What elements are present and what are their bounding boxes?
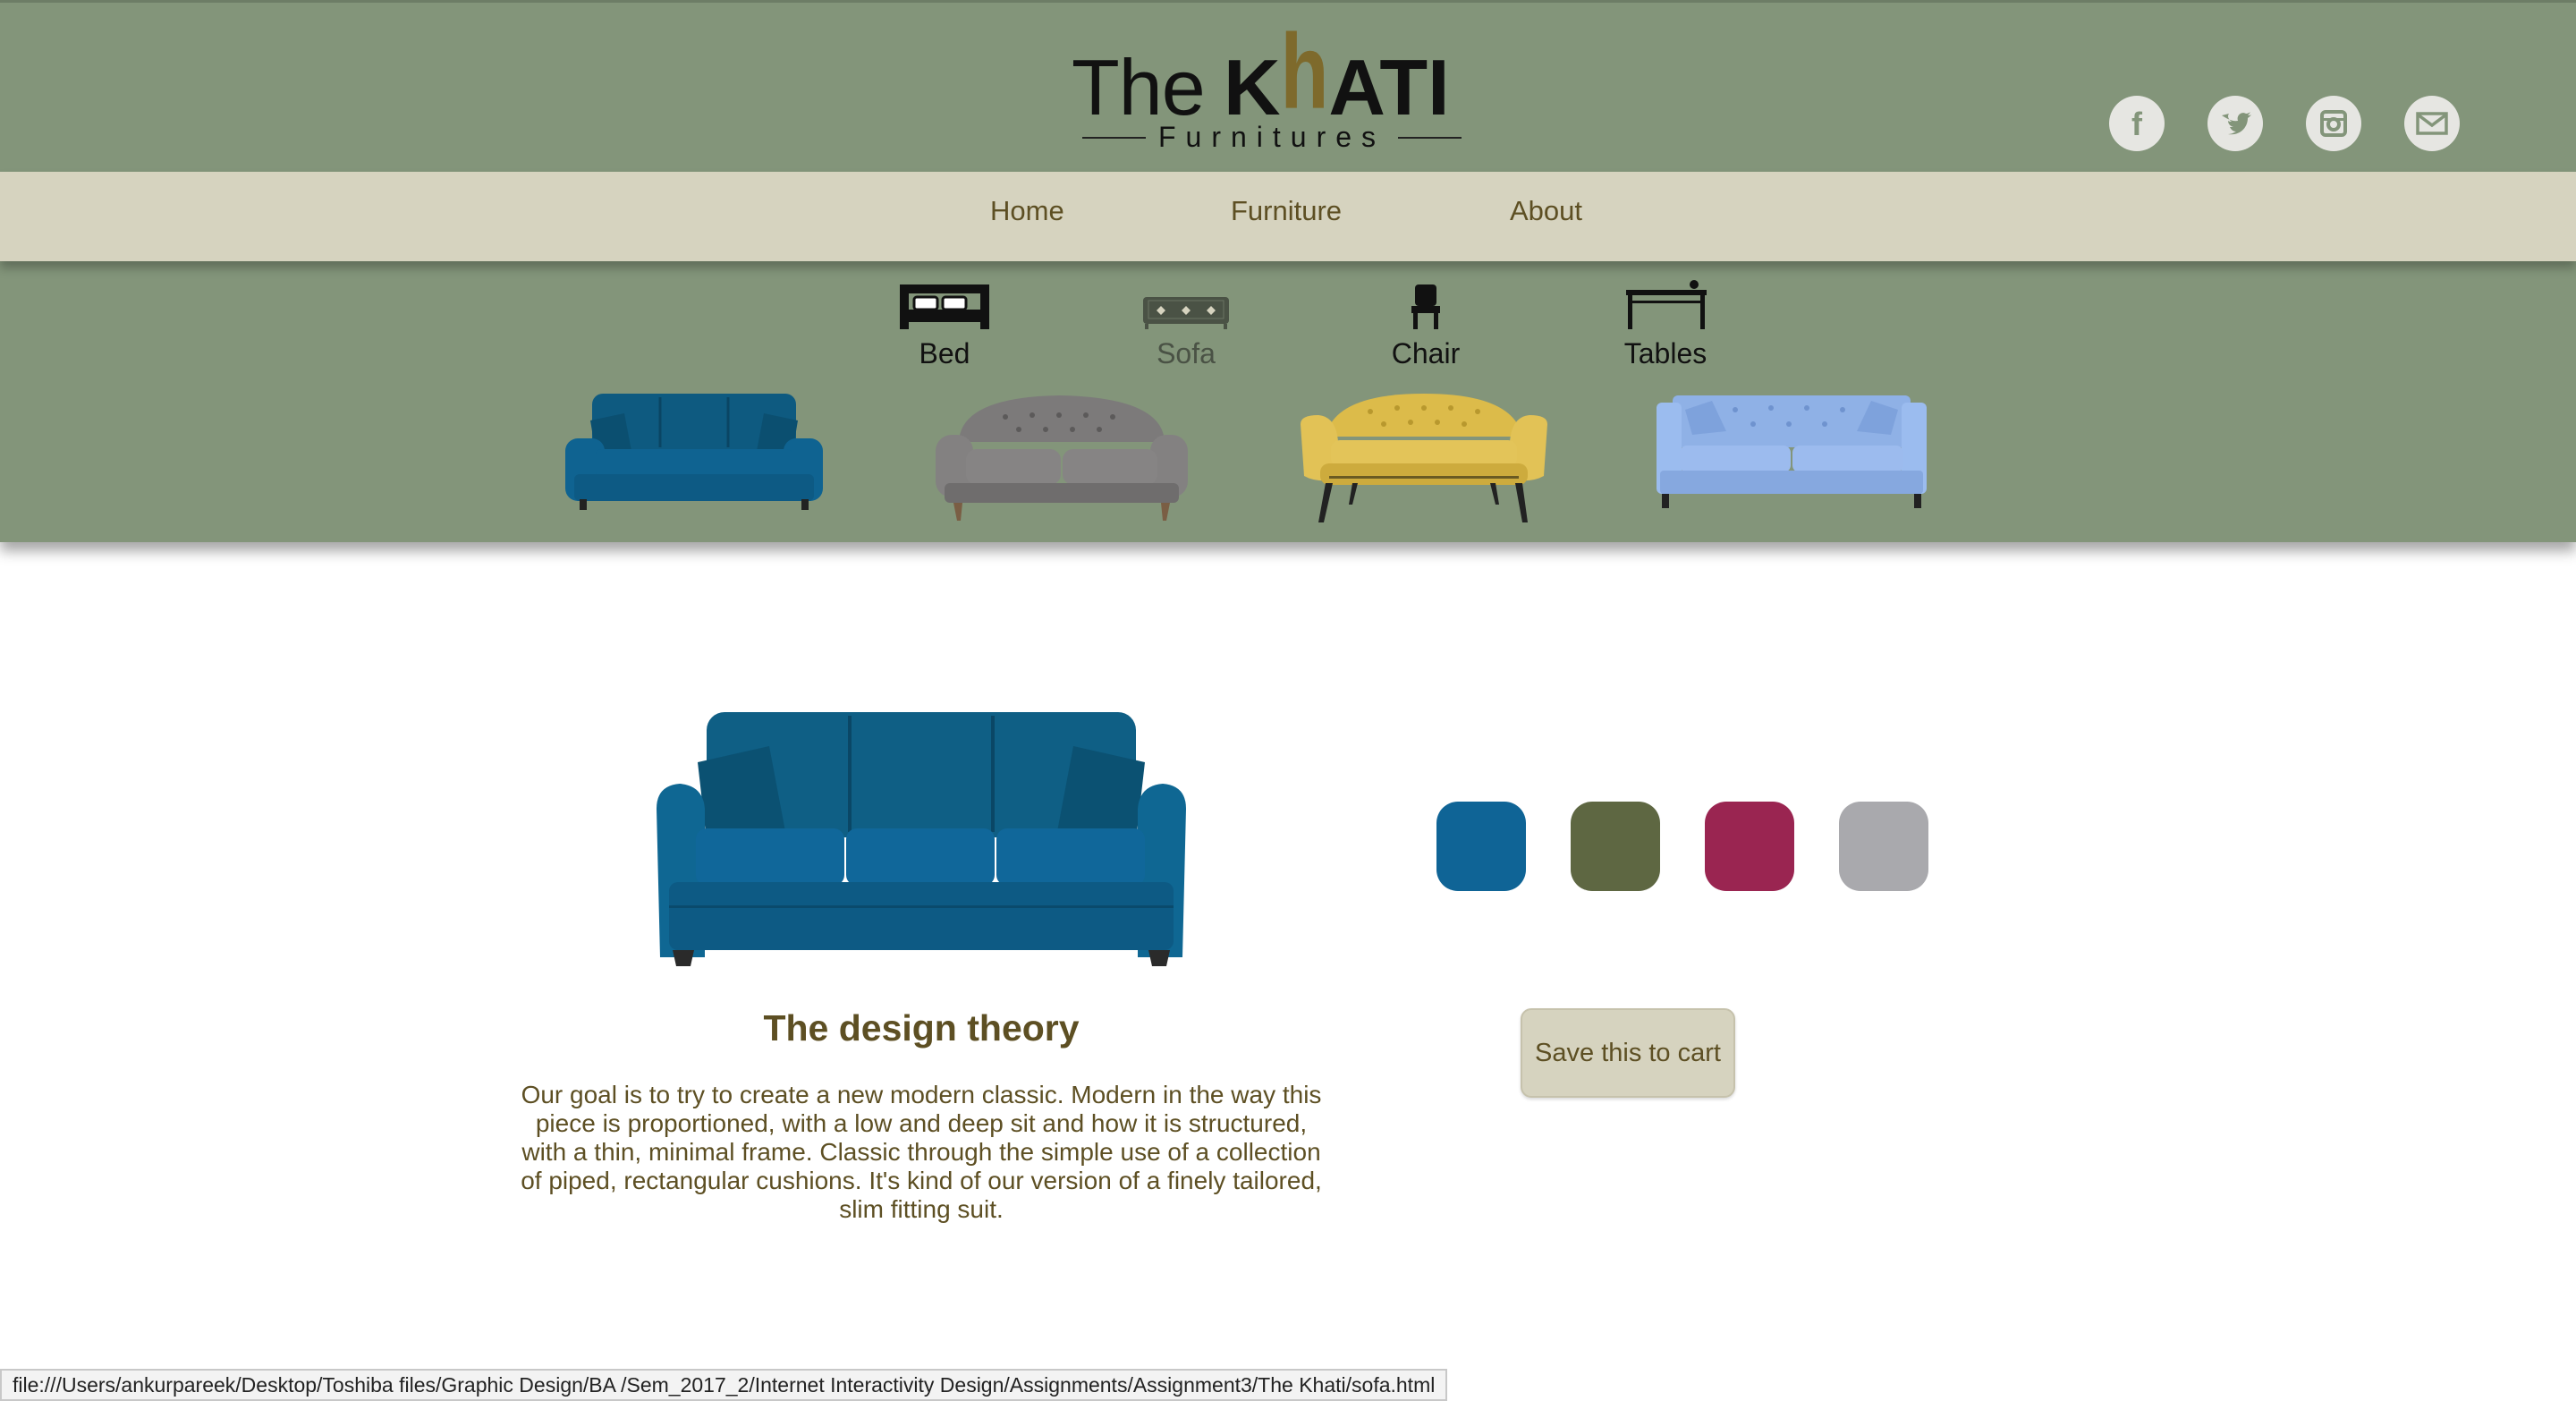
swatch-grey[interactable] xyxy=(1839,802,1928,891)
logo-subtitle-text: Furnitures xyxy=(1157,121,1386,153)
swatch-blue[interactable] xyxy=(1436,802,1526,891)
main-nav: Home Furniture About xyxy=(0,172,2576,261)
design-theory-body: Our goal is to try to create a new moder… xyxy=(521,1081,1322,1223)
category-sofa-label: Sofa xyxy=(1157,337,1216,369)
hero-sofa-image xyxy=(657,712,1186,966)
category-sofa[interactable]: Sofa xyxy=(1141,279,1231,370)
logo-k: K xyxy=(1224,43,1281,132)
category-bed[interactable]: Bed xyxy=(898,279,991,370)
thumbnail-teal-sofa[interactable] xyxy=(560,388,828,514)
logo[interactable]: The KhATI Furnitures xyxy=(1072,10,1465,162)
category-tables[interactable]: Tables xyxy=(1621,279,1710,370)
sofa-icon xyxy=(1143,297,1229,329)
logo-the: The xyxy=(1072,43,1206,132)
logo-subtitle: Furnitures xyxy=(1082,121,1462,154)
logo-h: h xyxy=(1280,11,1329,132)
bed-icon xyxy=(900,284,989,329)
nav-home[interactable]: Home xyxy=(990,195,1064,227)
category-tables-label: Tables xyxy=(1623,337,1707,369)
svg-text:f: f xyxy=(2131,106,2143,142)
instagram-icon[interactable] xyxy=(2306,96,2361,151)
logo-rule-right xyxy=(1398,136,1462,139)
thumbnail-blue-sofa[interactable] xyxy=(1655,388,1928,510)
chair-icon xyxy=(1411,284,1440,329)
swatch-crimson[interactable] xyxy=(1705,802,1794,891)
page: The KhATI Furnitures f Home Furniture Ab… xyxy=(0,0,2576,1401)
facebook-icon[interactable]: f xyxy=(2109,96,2165,151)
thumbnail-yellow-sofa[interactable] xyxy=(1299,388,1549,522)
browser-status-bar: file:///Users/ankurpareek/Desktop/Toshib… xyxy=(0,1369,1448,1401)
table-icon xyxy=(1626,280,1707,329)
social-links: f xyxy=(2109,96,2460,151)
logo-rule-left xyxy=(1082,136,1146,139)
design-theory-title: The design theory xyxy=(763,1007,1080,1049)
twitter-icon[interactable] xyxy=(2207,96,2263,151)
logo-ati: ATI xyxy=(1328,43,1450,132)
category-bed-label: Bed xyxy=(919,337,970,369)
header: The KhATI Furnitures f xyxy=(0,0,2576,172)
swatch-olive[interactable] xyxy=(1571,802,1660,891)
mail-icon[interactable] xyxy=(2404,96,2460,151)
category-chair-label: Chair xyxy=(1391,337,1461,369)
save-to-cart-button[interactable]: Save this to cart xyxy=(1521,1008,1735,1098)
logo-khati: KhATI xyxy=(1224,12,1450,133)
category-chair[interactable]: Chair xyxy=(1390,279,1462,370)
nav-about[interactable]: About xyxy=(1510,195,1582,227)
thumbnail-grey-sofa[interactable] xyxy=(934,388,1190,521)
nav-furniture[interactable]: Furniture xyxy=(1231,195,1342,227)
category-band: Bed Sofa Chair Tables xyxy=(0,261,2576,542)
